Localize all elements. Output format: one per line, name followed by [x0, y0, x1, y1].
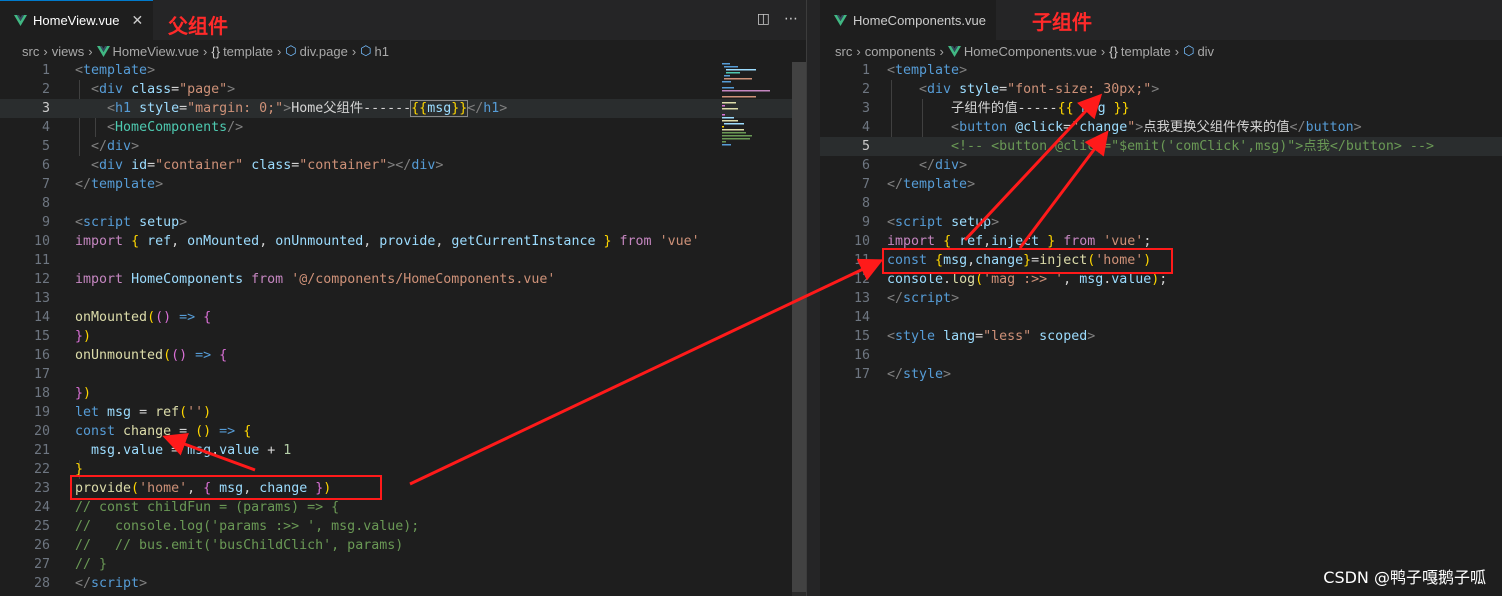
breadcrumb-item[interactable]: src: [835, 44, 852, 59]
breadcrumb: src › views › HomeView.vue › {} template › ⬡ d…: [0, 40, 806, 62]
breadcrumb: src › components › HomeComponents.vue › {} t…: [820, 40, 1502, 62]
tab-label: HomeComponents.vue: [853, 12, 986, 28]
code-line: 7 </template>: [41, 177, 164, 192]
code-line: 7 </template>: [861, 177, 976, 192]
chevron-right-icon: ›: [1174, 43, 1180, 59]
breadcrumb-item[interactable]: views: [52, 44, 85, 59]
watermark: CSDN @鸭子嘎鹅子呱: [1323, 568, 1486, 587]
breadcrumb-item[interactable]: components: [865, 44, 936, 59]
code-line: 2 <div style="font-size: 30px;">: [861, 82, 1160, 97]
vue-file-icon: [14, 15, 27, 26]
right-tab-bar: HomeComponents.vue 子组件: [820, 0, 1502, 40]
code-line: 8: [861, 196, 870, 211]
code-line: 6 </div>: [861, 158, 968, 173]
breadcrumb-item[interactable]: div.page: [300, 44, 348, 59]
code-line: 4 <HomeComponents/>: [41, 120, 244, 135]
child-component-annotation: 子组件: [1032, 10, 1092, 34]
chevron-right-icon: ›: [939, 43, 944, 59]
code-line: 18}): [33, 386, 92, 401]
vue-file-icon: [947, 45, 961, 57]
breadcrumb-item[interactable]: template: [1121, 44, 1171, 59]
braces-icon: {}: [1109, 43, 1118, 59]
code-line: 25// console.log('params :>> ', msg.valu…: [33, 519, 420, 534]
code-line: 1 <template>: [861, 63, 968, 78]
braces-icon: {}: [211, 43, 221, 59]
code-line: 14 onMounted(() => {: [33, 310, 212, 325]
highlight-box-inject: [882, 248, 1173, 274]
minimap[interactable]: [720, 62, 770, 152]
chevron-right-icon: ›: [351, 43, 357, 59]
code-line: 26// // bus.emit('busChildClich', params…: [33, 538, 404, 553]
breadcrumb-item[interactable]: div: [1197, 44, 1214, 59]
code-line: 9 <script setup>: [861, 215, 1000, 230]
code-line: 13: [33, 291, 50, 306]
highlight-box-provide: [70, 475, 382, 500]
code-line: 24// const childFun = (params) => {: [33, 500, 340, 515]
vertical-scrollbar[interactable]: [792, 62, 806, 596]
code-line: 19 let msg = ref(''): [33, 405, 212, 420]
breadcrumb-item[interactable]: template: [223, 44, 273, 59]
tab-label: HomeView.vue: [33, 13, 120, 28]
element-cube-icon: ⬡: [285, 43, 297, 58]
code-line: 17 </style>: [853, 367, 952, 382]
code-line: 16: [853, 348, 870, 363]
editor-splitter[interactable]: [806, 0, 821, 596]
left-tab-bar: HomeView.vue ✕ 父组件 ◫ ⋯: [0, 0, 806, 40]
code-line: 20 const change = () => {: [33, 424, 252, 439]
breadcrumb-item[interactable]: h1: [375, 44, 389, 59]
code-line: 6 <div id="container" class="container">…: [41, 158, 444, 173]
scrollbar-thumb[interactable]: [792, 62, 806, 592]
chevron-right-icon: ›: [88, 43, 93, 59]
code-line: 11: [33, 253, 50, 268]
code-line: 15 <style lang="less" scoped>: [853, 329, 1096, 344]
code-line: 2 <div class="page">: [41, 82, 236, 97]
left-editor-pane: HomeView.vue ✕ 父组件 ◫ ⋯ src › views › HomeVi…: [0, 0, 806, 596]
code-line: 3 <h1 style="margin: 0;">Home父组件------{{…: [0, 99, 806, 118]
code-line: 15}): [33, 329, 92, 344]
code-line: 9 <script setup>: [41, 215, 188, 230]
code-line: 3 子组件的值-----{{ msg }}: [861, 101, 1130, 116]
more-actions-icon[interactable]: ⋯: [784, 11, 798, 27]
code-editor[interactable]: 1 <template> 2 <div style="font-size: 30p…: [820, 61, 1502, 384]
code-line: 8: [41, 196, 50, 211]
code-line: 13 </script>: [853, 291, 960, 306]
chevron-right-icon: ›: [1100, 43, 1106, 59]
breadcrumb-item[interactable]: HomeComponents.vue: [964, 44, 1097, 59]
tab-homeview[interactable]: HomeView.vue ✕: [0, 0, 154, 40]
tab-homecomponents[interactable]: HomeComponents.vue: [820, 0, 996, 40]
chevron-right-icon: ›: [203, 43, 208, 59]
code-line: 5 <!-- <button @click="$emit('comClick',…: [820, 137, 1502, 156]
code-editor[interactable]: 1 <template> 2 <div class="page"> 3 <h1 s…: [0, 61, 806, 593]
code-line: 4 <button @click="change">点我更换父组件传来的值</b…: [861, 120, 1362, 135]
element-cube-icon: ⬡: [1183, 43, 1195, 58]
code-line: 14: [853, 310, 870, 325]
code-line: 27// }: [33, 557, 108, 572]
editor-actions: ◫ ⋯: [743, 11, 798, 27]
code-line: 12 import HomeComponents from '@/componen…: [33, 272, 556, 287]
code-line: 21 msg.value = msg.value + 1: [33, 443, 292, 458]
code-line: 16 onUnmounted(() => {: [33, 348, 228, 363]
breadcrumb-item[interactable]: src: [22, 44, 39, 59]
code-line: 28 </script>: [33, 576, 148, 591]
breadcrumb-item[interactable]: HomeView.vue: [113, 44, 199, 59]
code-line: 1 <template>: [41, 63, 156, 78]
code-line: 5 </div>: [41, 139, 140, 154]
split-editor-icon[interactable]: ◫: [757, 11, 770, 27]
right-editor-pane: HomeComponents.vue 子组件 src › components › …: [820, 0, 1502, 596]
element-cube-icon: ⬡: [360, 43, 372, 58]
chevron-right-icon: ›: [276, 43, 282, 59]
chevron-right-icon: ›: [43, 43, 48, 59]
code-line: 17: [33, 367, 50, 382]
parent-component-annotation: 父组件: [168, 14, 228, 38]
close-icon[interactable]: ✕: [131, 12, 143, 29]
vue-file-icon: [834, 14, 847, 26]
chevron-right-icon: ›: [856, 43, 861, 59]
code-line: 10 import { ref, onMounted, onUnmounted, …: [33, 234, 700, 249]
vue-file-icon: [96, 45, 110, 57]
